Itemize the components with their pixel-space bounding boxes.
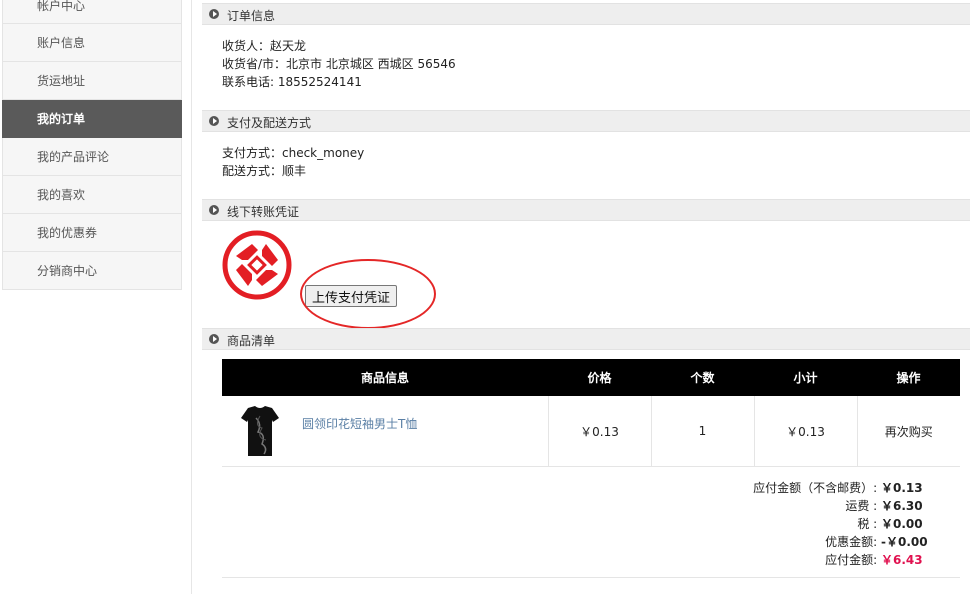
sidebar-item-my-coupons[interactable]: 我的优惠券 bbox=[2, 214, 182, 252]
upload-voucher-button[interactable]: 上传支付凭证 bbox=[305, 285, 398, 307]
sidebar-item-distributor-center[interactable]: 分销商中心 bbox=[2, 252, 182, 290]
col-subtotal: 小计 bbox=[754, 359, 857, 396]
col-quantity: 个数 bbox=[651, 359, 754, 396]
payment-header: 支付及配送方式 bbox=[202, 110, 970, 132]
price-cell: ￥0.13 bbox=[547, 396, 651, 467]
sidebar-item-shipping-address[interactable]: 货运地址 bbox=[2, 62, 182, 100]
summary-shipping: 运费 : ￥6.30 bbox=[525, 497, 925, 514]
sidebar-item-my-favorites[interactable]: 我的喜欢 bbox=[2, 176, 182, 214]
voucher-header: 线下转账凭证 bbox=[202, 199, 970, 221]
summary-label: 优惠金额: bbox=[825, 535, 878, 549]
product-cell: 圆领印花短袖男士T恤 bbox=[222, 396, 548, 467]
table-row: 圆领印花短袖男士T恤 ￥0.13 1 ￥0.13 再次购买 bbox=[222, 396, 960, 467]
sidebar-item-my-reviews[interactable]: 我的产品评论 bbox=[2, 138, 182, 176]
summary-value: ￥0.13 bbox=[881, 481, 923, 495]
col-price: 价格 bbox=[548, 359, 651, 396]
quantity-cell: 1 bbox=[650, 396, 754, 467]
bank-logo-icon bbox=[222, 230, 292, 300]
col-action: 操作 bbox=[857, 359, 960, 396]
region-text: 收货省/市：北京市 北京城区 西城区 56546 bbox=[222, 57, 456, 71]
account-sidebar: 帐户中心 账户信息 货运地址 我的订单 我的产品评论 我的喜欢 我的优惠券 分销… bbox=[2, 0, 182, 290]
payment-method-text: 支付方式：check_money bbox=[222, 146, 365, 160]
section-arrow-icon bbox=[209, 116, 219, 126]
section-arrow-icon bbox=[209, 205, 219, 215]
section-title: 支付及配送方式 bbox=[227, 116, 312, 130]
section-arrow-icon bbox=[209, 334, 219, 344]
tshirt-product-image[interactable] bbox=[240, 404, 280, 458]
summary-total: 应付金额: ￥6.43 bbox=[525, 551, 925, 568]
consignee-text: 收货人：赵天龙 bbox=[222, 39, 307, 53]
subtotal-cell: ￥0.13 bbox=[753, 396, 857, 467]
table-header-row: 商品信息 价格 个数 小计 操作 bbox=[222, 359, 960, 396]
section-title: 商品清单 bbox=[227, 334, 276, 348]
summary-value: ￥0.00 bbox=[881, 517, 923, 531]
product-name-link[interactable]: 圆领印花短袖男士T恤 bbox=[302, 415, 417, 432]
action-cell: 再次购买 bbox=[856, 396, 960, 467]
phone-text: 联系电话: 18552524141 bbox=[222, 75, 362, 89]
summary-value: ￥6.30 bbox=[881, 499, 923, 513]
summary-tax: 税 : ￥0.00 bbox=[525, 515, 925, 532]
order-info-header: 订单信息 bbox=[202, 3, 970, 25]
section-title: 线下转账凭证 bbox=[227, 205, 300, 219]
content-divider bbox=[191, 0, 192, 594]
summary-label: 税 : bbox=[857, 517, 878, 531]
section-arrow-icon bbox=[209, 9, 219, 19]
summary-subtotal: 应付金额（不含邮费）: ￥0.13 bbox=[525, 479, 925, 496]
summary-label: 应付金额: bbox=[825, 553, 878, 567]
goods-table: 商品信息 价格 个数 小计 操作 圆领印花短袖男士T恤 ￥0.13 1 ￥0.1… bbox=[222, 359, 960, 467]
summary-label: 应付金额（不含邮费）: bbox=[753, 481, 878, 495]
summary-value: -￥0.00 bbox=[881, 535, 928, 549]
total-amount: ￥6.43 bbox=[881, 553, 923, 567]
divider bbox=[222, 577, 960, 578]
sidebar-item-my-orders[interactable]: 我的订单 bbox=[2, 100, 182, 138]
summary-discount: 优惠金额: -￥0.00 bbox=[525, 533, 928, 550]
goods-header: 商品清单 bbox=[202, 328, 970, 350]
shipping-method-text: 配送方式：顺丰 bbox=[222, 164, 307, 178]
section-title: 订单信息 bbox=[227, 9, 276, 23]
summary-label: 运费 : bbox=[845, 499, 878, 513]
col-product-info: 商品信息 bbox=[222, 359, 548, 396]
sidebar-item-account-info[interactable]: 账户信息 bbox=[2, 24, 182, 62]
buy-again-link[interactable]: 再次购买 bbox=[885, 425, 933, 439]
sidebar-item-account-center[interactable]: 帐户中心 bbox=[2, 0, 182, 24]
